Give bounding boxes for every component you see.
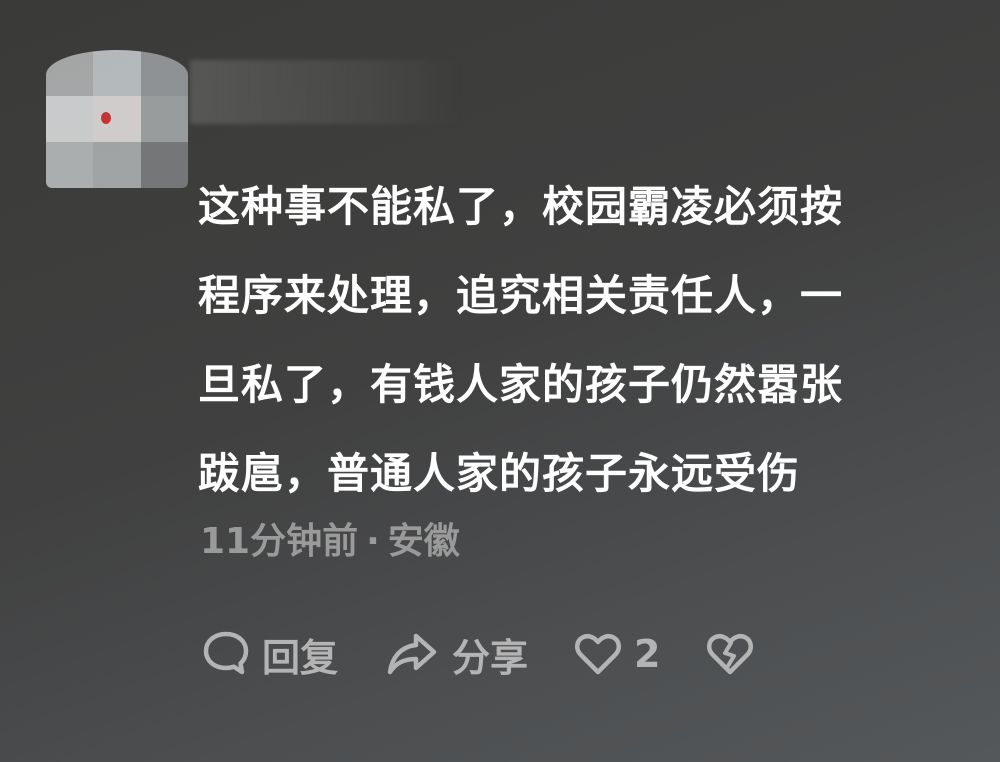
- like-button[interactable]: 2: [572, 628, 660, 680]
- comment-text: 这种事不能私了，校园霸凌必须按 程序来处理，追究相关责任人，一 旦私了，有钱人家…: [198, 182, 844, 498]
- meta-separator: ·: [366, 521, 380, 562]
- dislike-button[interactable]: [704, 628, 756, 680]
- share-arrow-icon: [387, 633, 437, 675]
- like-count: 2: [634, 632, 661, 676]
- share-label: 分享: [452, 635, 529, 680]
- share-button[interactable]: 分享: [382, 627, 528, 682]
- comment-location: 安徽: [387, 521, 460, 562]
- broken-heart-icon: [707, 633, 754, 675]
- comment-meta: 11分钟前 · 安徽: [200, 512, 460, 564]
- heart-icon: [575, 633, 622, 675]
- avatar[interactable]: [46, 50, 188, 188]
- username-blurred[interactable]: [190, 60, 460, 124]
- reply-button[interactable]: 回复: [200, 627, 338, 682]
- reply-label: 回复: [262, 635, 339, 680]
- comment-time: 11分钟前: [200, 521, 359, 562]
- speech-bubble-icon: [203, 631, 249, 675]
- comment-actions: 回复 分享 2: [200, 624, 800, 684]
